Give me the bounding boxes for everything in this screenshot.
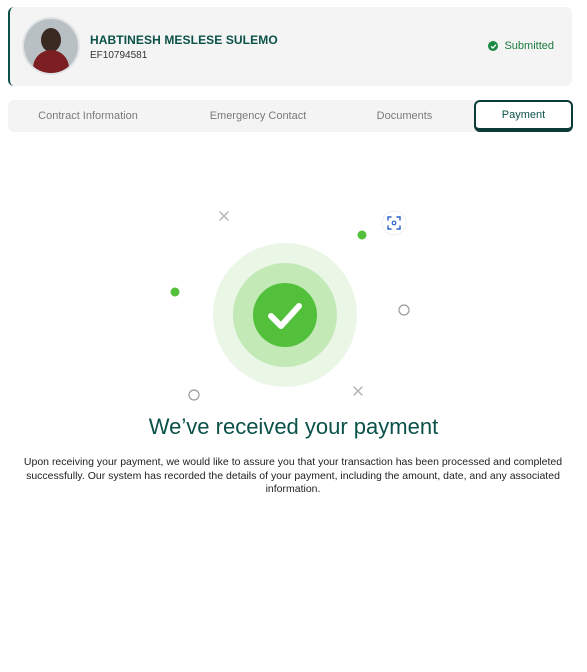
tab-contract-information[interactable]: Contract Information: [8, 100, 168, 132]
avatar: [24, 19, 78, 73]
status-badge: Submitted: [488, 40, 554, 52]
patient-id: EF10794581: [90, 50, 148, 61]
tab-emergency-contact[interactable]: Emergency Contact: [173, 100, 343, 132]
patient-header-card: HABTINESH MESLESE SULEMO EF10794581 Subm…: [8, 7, 572, 86]
scan-icon: [381, 210, 407, 236]
green-dot-decoration: [357, 230, 367, 240]
cross-decoration: [219, 211, 229, 221]
payment-received-title: We’ve received your payment: [148, 414, 439, 439]
cross-decoration: [353, 386, 363, 396]
check-circle-icon: [488, 41, 499, 51]
payment-received-description: Upon receiving your payment, we would li…: [23, 456, 563, 495]
patient-name: HABTINESH MESLESE SULEMO: [90, 33, 278, 47]
status-label: Submitted: [504, 40, 554, 52]
ring-decoration: [398, 304, 410, 316]
success-check-circle: [253, 283, 317, 347]
payment-success-illustration: [170, 210, 410, 401]
ring-decoration: [188, 389, 200, 401]
tab-payment[interactable]: Payment: [474, 100, 573, 132]
tab-bar: Contract Information Emergency Contact D…: [8, 100, 573, 132]
tab-documents[interactable]: Documents: [348, 100, 461, 132]
green-dot-decoration: [170, 287, 180, 297]
